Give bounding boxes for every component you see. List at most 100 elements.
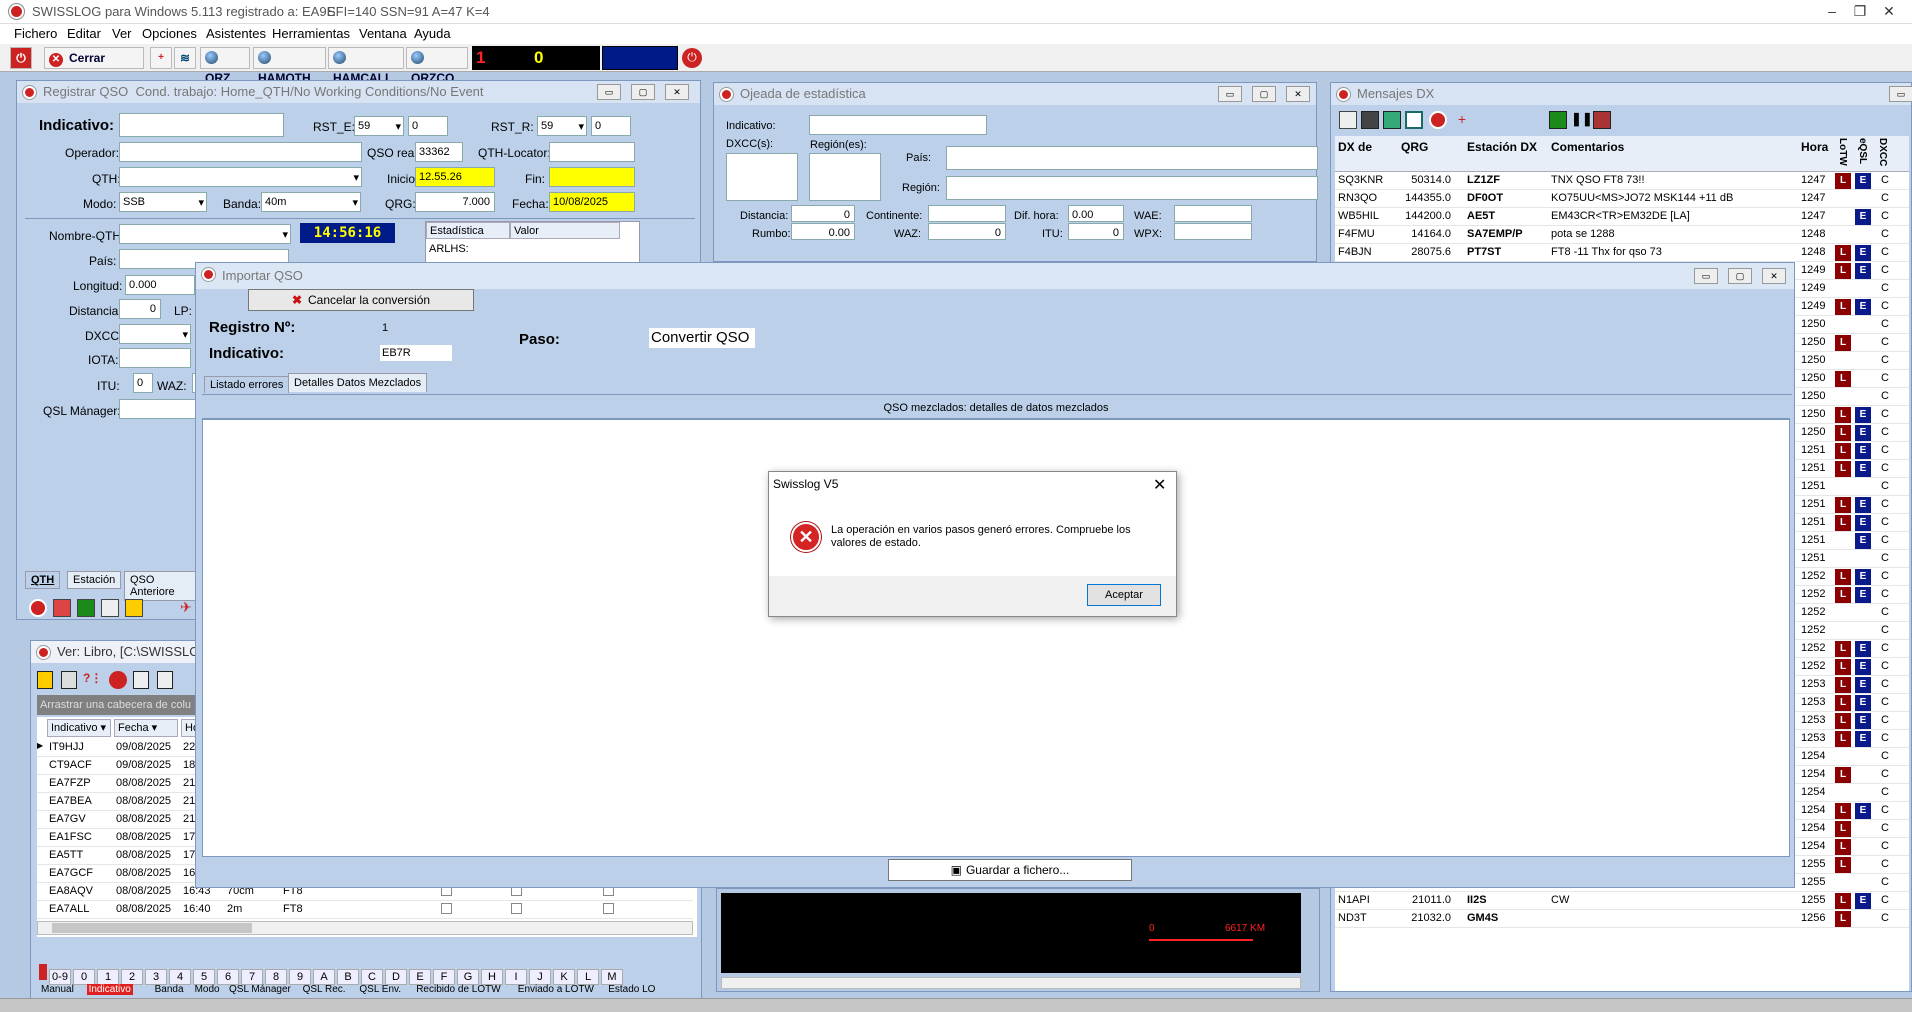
hamqth-button[interactable]: HAMQTH — [253, 47, 326, 85]
print-icon[interactable] — [61, 671, 77, 689]
import-minimize-button[interactable]: ▭ — [1694, 268, 1718, 284]
dialog-close-button[interactable]: ✕ — [1153, 475, 1166, 495]
menu-ayuda[interactable]: Ayuda — [414, 26, 451, 41]
log-tab-6[interactable]: QSL Env. — [359, 984, 401, 995]
col-estacion-dx[interactable]: Estación DX — [1467, 140, 1537, 154]
dx-spot-row[interactable]: ND3T 21032.0 GM4S 1256 L C — [1335, 910, 1909, 928]
log-tab-8[interactable]: Enviado a LOTW — [518, 984, 594, 995]
bar-chart-icon[interactable] — [53, 599, 71, 617]
qth-select[interactable] — [119, 167, 362, 187]
log-tab-4[interactable]: QSL Mánager — [229, 984, 291, 995]
qsl-manager-input[interactable] — [119, 399, 199, 419]
alpha-filter-15[interactable]: E — [409, 969, 431, 985]
col-indicativo[interactable]: Indicativo ▾ — [47, 719, 111, 737]
pause-icon[interactable]: ❚❚ — [1571, 111, 1593, 129]
alpha-filter-11[interactable]: A — [313, 969, 335, 985]
col-hora[interactable]: Hora — [1801, 140, 1828, 154]
close-window-button[interactable]: ✕ — [1866, 0, 1912, 24]
qrg-input[interactable]: 7.000 — [415, 192, 495, 212]
tab-estacion[interactable]: Estación — [67, 571, 122, 589]
tab-listado-errores[interactable]: Listado errores — [204, 376, 290, 393]
log-tab-2[interactable]: Banda — [155, 984, 184, 995]
qrzcq-button[interactable]: QRZCQ — [406, 47, 468, 85]
alpha-filter-5[interactable]: 4 — [169, 969, 191, 985]
dx-spot-row[interactable]: SQ3KNR 50314.0 LZ1ZF TNX QSO FT8 73!! 1247 L E… — [1335, 172, 1909, 190]
nombre-qth-select[interactable] — [119, 224, 291, 244]
qth-locator-input[interactable] — [549, 142, 635, 162]
alpha-filter-16[interactable]: F — [433, 969, 455, 985]
dx-spot-row[interactable]: F4FMU 14164.0 SA7EMP/P pota se 1288 1248 C — [1335, 226, 1909, 244]
alpha-filter-14[interactable]: D — [385, 969, 407, 985]
alpha-filter-10[interactable]: 9 — [289, 969, 311, 985]
alpha-filter-12[interactable]: B — [337, 969, 359, 985]
alpha-filter-23[interactable]: M — [601, 969, 623, 985]
scroll-thumb[interactable] — [52, 923, 252, 933]
edit-icon[interactable] — [133, 671, 149, 689]
panel-maximize-button[interactable]: ▢ — [631, 84, 655, 100]
col-dxcc[interactable]: DXCC — [1877, 138, 1888, 166]
dx-spot-row[interactable]: N1API 21011.0 II2S CW 1255 L E C — [1335, 892, 1909, 910]
col-fecha[interactable]: Fecha ▾ — [114, 719, 178, 737]
col-dx-de[interactable]: DX de — [1338, 140, 1372, 154]
panel-close-button[interactable]: ✕ — [665, 84, 689, 100]
close-button[interactable]: ✕ Cerrar — [44, 47, 144, 69]
menu-herramientas[interactable]: Herramientas — [272, 26, 350, 41]
col-eqsl[interactable]: eQSL — [1857, 138, 1868, 164]
fecha-input[interactable]: 10/08/2025 — [549, 192, 635, 212]
dxcc-select[interactable] — [119, 324, 191, 344]
log-checkbox[interactable] — [441, 903, 452, 914]
log-tab-0[interactable]: Manual — [41, 984, 74, 995]
alpha-filter-9[interactable]: 8 — [265, 969, 287, 985]
save-to-file-button[interactable]: ▣ Guardar a fichero... — [888, 859, 1132, 881]
export-icon[interactable] — [157, 671, 173, 689]
import-maximize-button[interactable]: ▢ — [1728, 268, 1752, 284]
alpha-filter-4[interactable]: 3 — [145, 969, 167, 985]
pencil-icon[interactable] — [125, 599, 143, 617]
target-icon[interactable] — [1429, 111, 1447, 129]
col-comentarios[interactable]: Comentarios — [1551, 140, 1624, 154]
panel-minimize-button[interactable]: ▭ — [1889, 86, 1912, 102]
rste-select[interactable]: 59 — [354, 116, 404, 136]
panel-minimize-button[interactable]: ▭ — [1218, 86, 1242, 102]
dx-spot-row[interactable]: WB5HIL 144200.0 AE5T EM43CR<TR>EM32DE [LA] 1… — [1335, 208, 1909, 226]
log-tab-1[interactable]: Indicativo — [86, 984, 133, 995]
shutdown-icon[interactable]: ⏻ — [682, 48, 702, 68]
rste-extra-input[interactable]: 0 — [408, 116, 448, 136]
alpha-filter-0[interactable]: 0-9 — [49, 969, 71, 985]
map-icon[interactable] — [1383, 111, 1401, 129]
wifi-icon[interactable]: ≋ — [174, 47, 196, 69]
tab-qth[interactable]: QTH — [25, 571, 61, 589]
dx-spot-row[interactable]: RN3QO 144355.0 DF0OT KO75UU<MS>JO72 MSK144 … — [1335, 190, 1909, 208]
qso-real-input[interactable]: 33362 — [415, 142, 463, 162]
sked-icon[interactable]: + — [150, 47, 172, 69]
cancel-conversion-button[interactable]: ✖ Cancelar la conversión — [248, 289, 474, 311]
col-lotw[interactable]: LoTW — [1837, 138, 1848, 166]
inicio-input[interactable]: 12.55.26 — [415, 167, 495, 187]
log-tab-9[interactable]: Estado LO — [608, 984, 655, 995]
menu-opciones[interactable]: Opciones — [142, 26, 197, 41]
longitud-input[interactable]: 0.000 — [125, 275, 195, 295]
target-icon[interactable] — [29, 599, 47, 617]
panel-minimize-button[interactable]: ▭ — [597, 84, 621, 100]
log-row[interactable]: EA7ALL 08/08/2025 16:40 2m FT8 — [37, 901, 693, 919]
rstr-extra-input[interactable]: 0 — [591, 116, 631, 136]
itu-input[interactable]: 0 — [133, 373, 153, 393]
menu-editar[interactable]: Editar — [67, 26, 101, 41]
rstr-select[interactable]: 59 — [537, 116, 587, 136]
alpha-filter-7[interactable]: 6 — [217, 969, 239, 985]
alpha-filter-20[interactable]: J — [529, 969, 551, 985]
indicativo-input[interactable] — [119, 113, 284, 137]
exit-icon[interactable] — [37, 671, 53, 689]
terminal-icon[interactable] — [77, 599, 95, 617]
iota-input[interactable] — [119, 348, 191, 368]
filter-icon[interactable] — [1361, 111, 1379, 129]
log-tab-3[interactable]: Modo — [195, 984, 220, 995]
table-icon[interactable] — [101, 599, 119, 617]
modo-select[interactable]: SSB — [119, 192, 207, 212]
log-checkbox[interactable] — [603, 903, 614, 914]
menu-fichero[interactable]: Fichero — [14, 26, 57, 41]
banda-select[interactable]: 40m — [261, 192, 361, 212]
alpha-filter-6[interactable]: 5 — [193, 969, 215, 985]
alpha-filter-2[interactable]: 1 — [97, 969, 119, 985]
alpha-filter-21[interactable]: K — [553, 969, 575, 985]
